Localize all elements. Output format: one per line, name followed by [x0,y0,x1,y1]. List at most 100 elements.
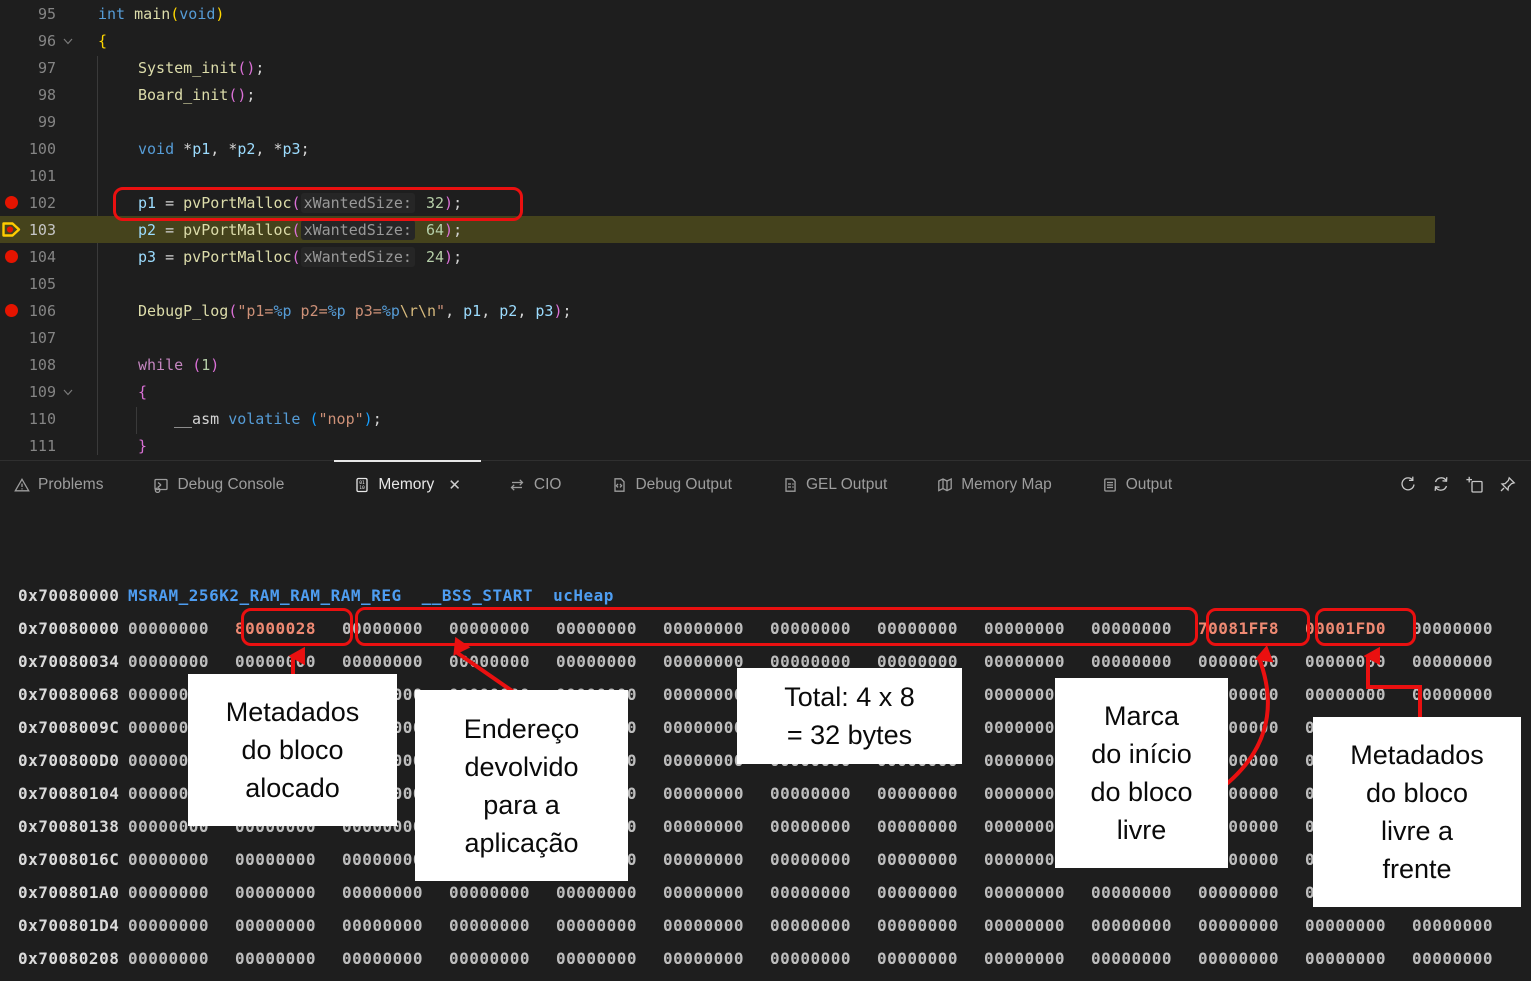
tab-memory[interactable]: 0110Memory✕ [334,461,481,508]
memory-cell[interactable]: 00000000 [877,916,984,935]
memory-cell[interactable]: 00000000 [449,883,556,902]
memory-cell[interactable]: 00001FD0 [1305,619,1412,638]
memory-cell[interactable]: 00000000 [663,850,770,869]
memory-cell[interactable]: 00000000 [877,850,984,869]
memory-cell[interactable]: 00000000 [1198,883,1305,902]
code-line-104[interactable]: 104p3 = pvPortMalloc(xWantedSize: 24); [0,243,1531,270]
breakpoint-gutter[interactable] [0,351,22,378]
memory-cell[interactable]: 00000000 [1091,949,1198,968]
tab-output[interactable]: Output [1102,461,1173,508]
breakpoint-gutter[interactable] [0,27,22,54]
memory-cell[interactable]: 00000000 [663,949,770,968]
memory-cell[interactable]: 00000000 [342,652,449,671]
memory-cell[interactable]: 00000000 [1412,685,1519,704]
fold-chevron-icon[interactable] [56,36,80,46]
memory-cell[interactable]: 00000000 [1305,916,1412,935]
memory-cell[interactable]: 00000000 [556,619,663,638]
new-memory-view-icon[interactable] [1462,472,1486,496]
memory-cell[interactable]: 00000000 [770,784,877,803]
code-line-108[interactable]: 108while (1) [0,351,1531,378]
breakpoint-gutter[interactable] [0,81,22,108]
memory-cell[interactable]: 00000000 [1198,949,1305,968]
memory-cell[interactable]: 00000000 [128,652,235,671]
memory-cell[interactable]: 00000000 [1412,619,1519,638]
code-line-98[interactable]: 98Board_init(); [0,81,1531,108]
memory-cell[interactable]: 00000000 [770,619,877,638]
memory-cell[interactable]: 00000000 [877,817,984,836]
memory-cell[interactable]: 00000000 [556,916,663,935]
breakpoint-icon[interactable] [0,189,22,216]
memory-cell[interactable]: 00000000 [663,916,770,935]
code-line-105[interactable]: 105 [0,270,1531,297]
code-line-97[interactable]: 97System_init(); [0,54,1531,81]
memory-cell[interactable]: 00000000 [128,883,235,902]
memory-cell[interactable]: 00000000 [1412,916,1519,935]
memory-cell[interactable]: 00000000 [984,883,1091,902]
breakpoint-gutter[interactable] [0,54,22,81]
memory-cell[interactable]: 00000000 [342,949,449,968]
breakpoint-gutter[interactable] [0,270,22,297]
tab-debug-output[interactable]: Debug Output [611,461,732,508]
code-line-103[interactable]: 103p2 = pvPortMalloc(xWantedSize: 64); [0,216,1435,243]
memory-cell[interactable]: 00000000 [877,883,984,902]
memory-cell[interactable]: 00000000 [235,850,342,869]
memory-cell[interactable]: 00000000 [1091,652,1198,671]
memory-cell[interactable]: 00000000 [128,949,235,968]
code-editor[interactable]: 95int main(void)96{97System_init();98Boa… [0,0,1531,460]
breakpoint-gutter[interactable] [0,324,22,351]
close-icon[interactable]: ✕ [448,476,461,494]
memory-cell[interactable]: 00000000 [1305,685,1412,704]
memory-cell[interactable]: 00000000 [663,784,770,803]
memory-cell[interactable]: 00000000 [449,916,556,935]
code-line-107[interactable]: 107 [0,324,1531,351]
memory-cell[interactable]: 00000000 [1198,916,1305,935]
memory-cell[interactable]: 00000000 [235,652,342,671]
memory-cell[interactable]: 00000000 [556,949,663,968]
memory-cell[interactable]: 00000000 [342,883,449,902]
memory-cell[interactable]: 00000000 [770,817,877,836]
memory-cell[interactable]: 00000000 [235,883,342,902]
memory-cell[interactable]: 80000028 [235,619,342,638]
fold-chevron-icon[interactable] [56,387,80,397]
memory-cell[interactable]: 00000000 [235,916,342,935]
memory-cell[interactable]: 00000000 [556,883,663,902]
memory-cell[interactable]: 00000000 [342,619,449,638]
memory-cell[interactable]: 00000000 [556,652,663,671]
code-line-99[interactable]: 99 [0,108,1531,135]
memory-cell[interactable]: 00000000 [663,817,770,836]
memory-cell[interactable]: 00000000 [663,883,770,902]
memory-cell[interactable]: 00000000 [877,949,984,968]
memory-cell[interactable]: 00000000 [1305,949,1412,968]
breakpoint-icon[interactable] [0,297,22,324]
memory-cell[interactable]: 00000000 [128,619,235,638]
tab-cio[interactable]: CIO [509,461,562,508]
memory-cell[interactable]: 00000000 [770,949,877,968]
auto-refresh-icon[interactable] [1429,472,1453,496]
tab-memory-map[interactable]: Memory Map [937,461,1051,508]
memory-cell[interactable]: 00000000 [1412,652,1519,671]
code-line-102[interactable]: 102p1 = pvPortMalloc(xWantedSize: 32); [0,189,1531,216]
memory-cell[interactable]: 00000000 [128,850,235,869]
code-line-111[interactable]: 111} [0,432,1531,459]
memory-cell[interactable]: 00000000 [1305,652,1412,671]
breakpoint-icon[interactable] [0,243,22,270]
tab-problems[interactable]: Problems [14,461,103,508]
tab-debug-console[interactable]: Debug Console [153,461,284,508]
code-line-101[interactable]: 101 [0,162,1531,189]
memory-cell[interactable]: 00000000 [449,652,556,671]
breakpoint-gutter[interactable] [0,108,22,135]
memory-cell[interactable]: 00000000 [663,619,770,638]
memory-cell[interactable]: 00000000 [1412,949,1519,968]
code-line-109[interactable]: 109{ [0,378,1531,405]
memory-cell[interactable]: 00000000 [342,916,449,935]
memory-cell[interactable]: 00000000 [235,949,342,968]
code-line-100[interactable]: 100void *p1, *p2, *p3; [0,135,1531,162]
memory-cell[interactable]: 70081FF8 [1198,619,1305,638]
memory-cell[interactable]: 00000000 [1198,652,1305,671]
breakpoint-gutter[interactable] [0,135,22,162]
memory-cell[interactable]: 00000000 [1091,619,1198,638]
memory-cell[interactable]: 00000000 [984,916,1091,935]
breakpoint-gutter[interactable] [0,0,22,27]
tab-gel-output[interactable]: GEL Output [782,461,887,508]
memory-cell[interactable]: 00000000 [770,883,877,902]
